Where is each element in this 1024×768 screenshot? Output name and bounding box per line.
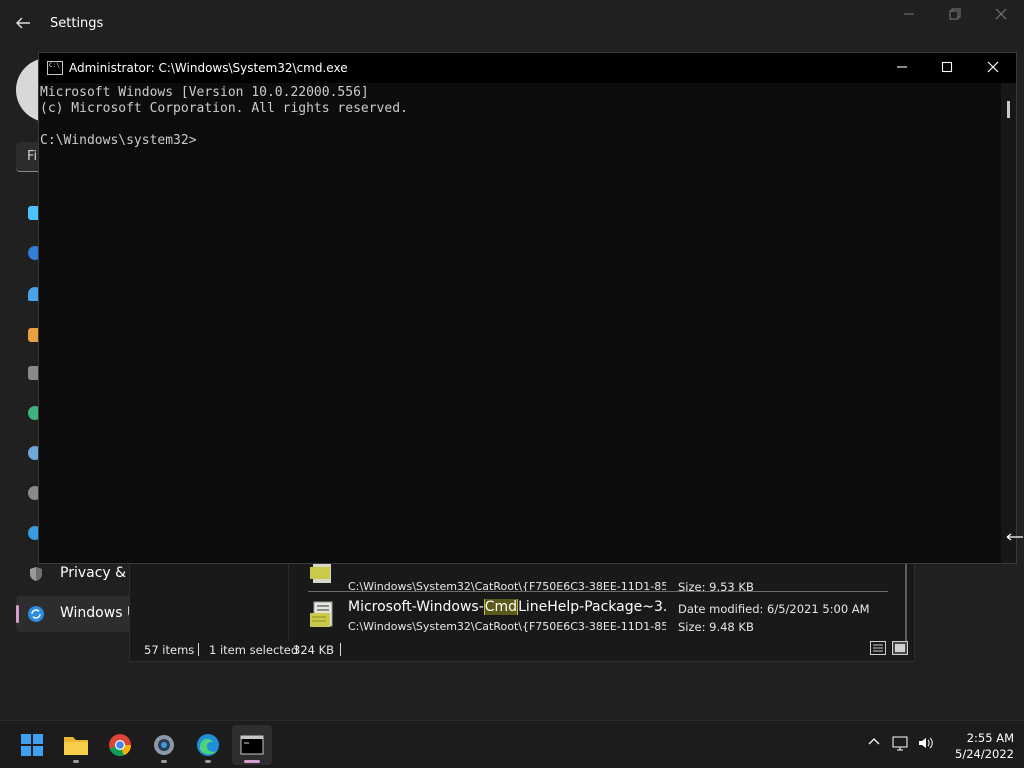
clock-date: 5/24/2022 <box>955 747 1014 761</box>
maximize-icon[interactable] <box>930 58 964 78</box>
close-icon[interactable] <box>976 58 1010 78</box>
status-bar: 57 items 1 item selected 324 KB <box>130 637 914 661</box>
folder-icon[interactable] <box>56 725 96 765</box>
taskbar: 2:55 AM 5/24/2022 <box>0 720 1024 768</box>
catalog-file-icon <box>310 601 336 633</box>
windows-update-icon <box>28 606 44 622</box>
settings-title: Settings <box>50 16 104 31</box>
gear-icon[interactable] <box>144 725 184 765</box>
search-highlight: Cmd <box>483 599 519 615</box>
settings-titlebar: Settings <box>0 0 1024 48</box>
cmd-window[interactable]: Administrator: C:\Windows\System32\cmd.e… <box>38 52 1017 564</box>
console-output[interactable]: Microsoft Windows [Version 10.0.22000.55… <box>39 83 1001 563</box>
result-path: C:\Windows\System32\CatRoot\{F750E6C3-38… <box>348 620 666 633</box>
console-line: (c) Microsoft Corporation. All rights re… <box>40 101 408 116</box>
status-divider <box>340 643 341 656</box>
selection-size: 324 KB <box>293 643 335 657</box>
restore-icon[interactable] <box>940 8 970 28</box>
edge-icon[interactable] <box>188 725 228 765</box>
clock[interactable]: 2:55 AM 5/24/2022 <box>940 730 1014 762</box>
chevron-up-icon[interactable] <box>864 735 884 755</box>
cmd-title: Administrator: C:\Windows\System32\cmd.e… <box>69 61 348 75</box>
windows-start-icon[interactable] <box>12 725 52 765</box>
result-name-suffix: LineHelp-Package~3... <box>518 599 668 615</box>
shield-icon <box>28 566 44 582</box>
cmd-titlebar[interactable]: Administrator: C:\Windows\System32\cmd.e… <box>39 53 1016 83</box>
terminal-icon[interactable] <box>232 725 272 765</box>
resize-cursor-icon <box>1006 529 1024 545</box>
row-divider <box>308 591 888 592</box>
sidebar-item-label: Privacy & s <box>60 565 138 581</box>
pane-divider <box>288 561 289 641</box>
running-indicator <box>161 760 167 763</box>
list-item[interactable]: Microsoft-Windows-CmdLineHelp-Package~3.… <box>308 595 890 643</box>
network-icon[interactable] <box>891 735 911 755</box>
volume-icon[interactable] <box>916 735 936 755</box>
console-line: Microsoft Windows [Version 10.0.22000.55… <box>40 85 369 100</box>
terminal-icon[interactable] <box>47 61 63 75</box>
running-indicator <box>244 760 260 763</box>
status-divider <box>198 643 199 656</box>
close-icon[interactable] <box>986 8 1016 28</box>
item-count: 57 items <box>144 643 195 657</box>
running-indicator <box>73 760 79 763</box>
result-name: Microsoft-Windows-CmdLineHelp-Package~3.… <box>348 599 668 615</box>
clock-time: 2:55 AM <box>966 731 1014 745</box>
scrollbar[interactable] <box>1001 83 1016 563</box>
console-prompt[interactable]: C:\Windows\system32> <box>40 133 197 149</box>
scrollbar[interactable] <box>905 561 907 641</box>
result-name-prefix: Microsoft-Windows- <box>348 599 484 615</box>
minimize-icon[interactable] <box>885 58 919 78</box>
result-date: Date modified: 6/5/2021 5:00 AM <box>678 602 870 616</box>
sidebar-item-windows-update[interactable]: Windows U <box>16 596 138 632</box>
back-arrow-icon[interactable] <box>14 14 34 34</box>
catalog-file-icon <box>310 561 336 593</box>
chrome-icon[interactable] <box>100 725 140 765</box>
large-icons-view-icon[interactable] <box>892 641 908 655</box>
scrollbar-thumb[interactable] <box>1007 101 1010 118</box>
details-view-icon[interactable] <box>870 641 886 655</box>
minimize-icon[interactable] <box>894 8 924 28</box>
sidebar-item-label: Windows U <box>60 605 138 621</box>
selection-count: 1 item selected <box>209 643 299 657</box>
result-size: Size: 9.48 KB <box>678 620 754 634</box>
running-indicator <box>205 760 211 763</box>
